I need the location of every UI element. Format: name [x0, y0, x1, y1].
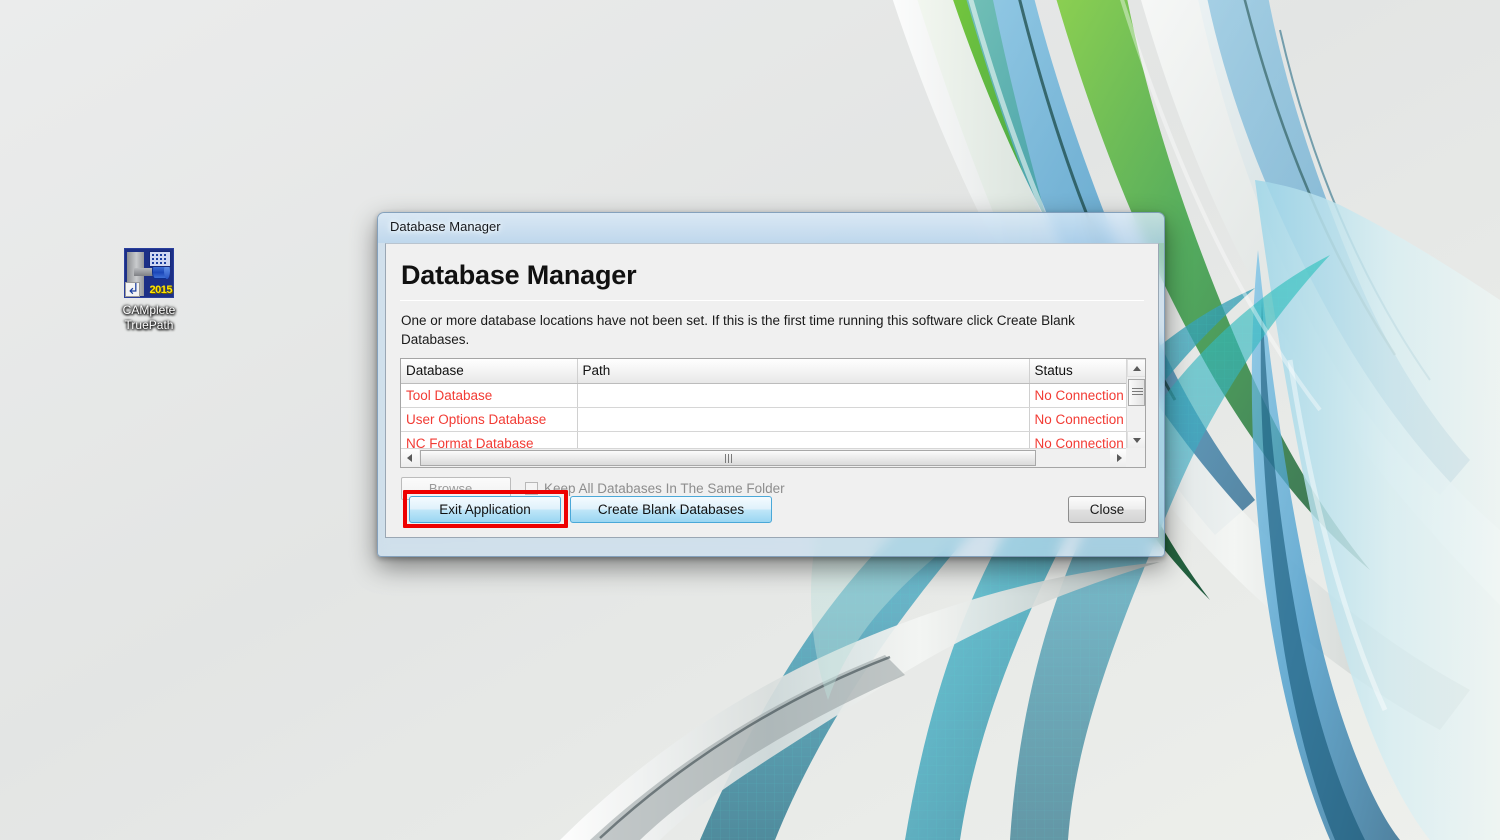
scroll-left-icon[interactable]: [401, 449, 419, 467]
panel-icon: [149, 251, 171, 267]
column-header-path[interactable]: Path: [577, 359, 1030, 384]
intro-text: One or more database locations have not …: [401, 313, 1075, 347]
page-title: Database Manager: [401, 260, 637, 290]
column-header-database[interactable]: Database: [401, 359, 578, 384]
scroll-down-icon[interactable]: [1127, 431, 1145, 449]
keep-same-folder-checkbox[interactable]: [525, 482, 538, 495]
close-button[interactable]: Close: [1068, 496, 1146, 523]
table-row[interactable]: User Options Database No Connection: [401, 407, 1128, 432]
window-client-area: Database Manager One or more database lo…: [385, 243, 1159, 538]
scroll-up-icon[interactable]: [1127, 359, 1145, 377]
dialog-button-row: Exit Application Create Blank Databases …: [400, 490, 1146, 528]
shortcut-arrow-icon: [125, 282, 140, 297]
desktop-icon-label: CAMplete TruePath: [103, 303, 195, 333]
cell-database: User Options Database: [401, 407, 578, 432]
table-row[interactable]: Tool Database No Connection: [401, 383, 1128, 408]
cell-status: No Connection: [1029, 383, 1128, 408]
desktop-icon-camplete-truepath[interactable]: 2015 CAMplete TruePath: [103, 248, 195, 333]
desktop-icon-label-line1: CAMplete: [122, 303, 176, 317]
exit-application-button[interactable]: Exit Application: [409, 496, 561, 523]
heading-divider: [400, 300, 1144, 301]
vertical-scroll-thumb[interactable]: [1128, 379, 1145, 406]
column-header-status[interactable]: Status: [1029, 359, 1128, 384]
cell-status: No Connection: [1029, 407, 1128, 432]
table-header-row: Database Path Status: [401, 359, 1128, 384]
desktop: 2015 CAMplete TruePath Database Manager …: [0, 0, 1500, 840]
cell-path[interactable]: [577, 383, 1030, 408]
cell-path[interactable]: [577, 407, 1030, 432]
vertical-scrollbar[interactable]: [1126, 359, 1145, 449]
create-blank-databases-button[interactable]: Create Blank Databases: [570, 496, 772, 523]
window-titlebar[interactable]: Database Manager: [378, 213, 1164, 243]
icon-year-badge: 2015: [149, 284, 173, 296]
scrollbar-corner: [1126, 448, 1145, 467]
camplete-truepath-icon: 2015: [124, 248, 174, 298]
horizontal-scrollbar[interactable]: [401, 448, 1145, 467]
horizontal-scroll-thumb[interactable]: [420, 450, 1036, 466]
database-manager-window[interactable]: Database Manager Database Manager One or…: [377, 212, 1165, 557]
desktop-icon-label-line2: TruePath: [124, 318, 174, 332]
database-table[interactable]: Database Path Status Tool Database No Co…: [400, 358, 1146, 468]
cell-database: Tool Database: [401, 383, 578, 408]
keep-same-folder-label: Keep All Databases In The Same Folder: [544, 481, 785, 496]
window-title: Database Manager: [390, 219, 501, 234]
dialog-content: Database Manager One or more database lo…: [386, 244, 1158, 537]
